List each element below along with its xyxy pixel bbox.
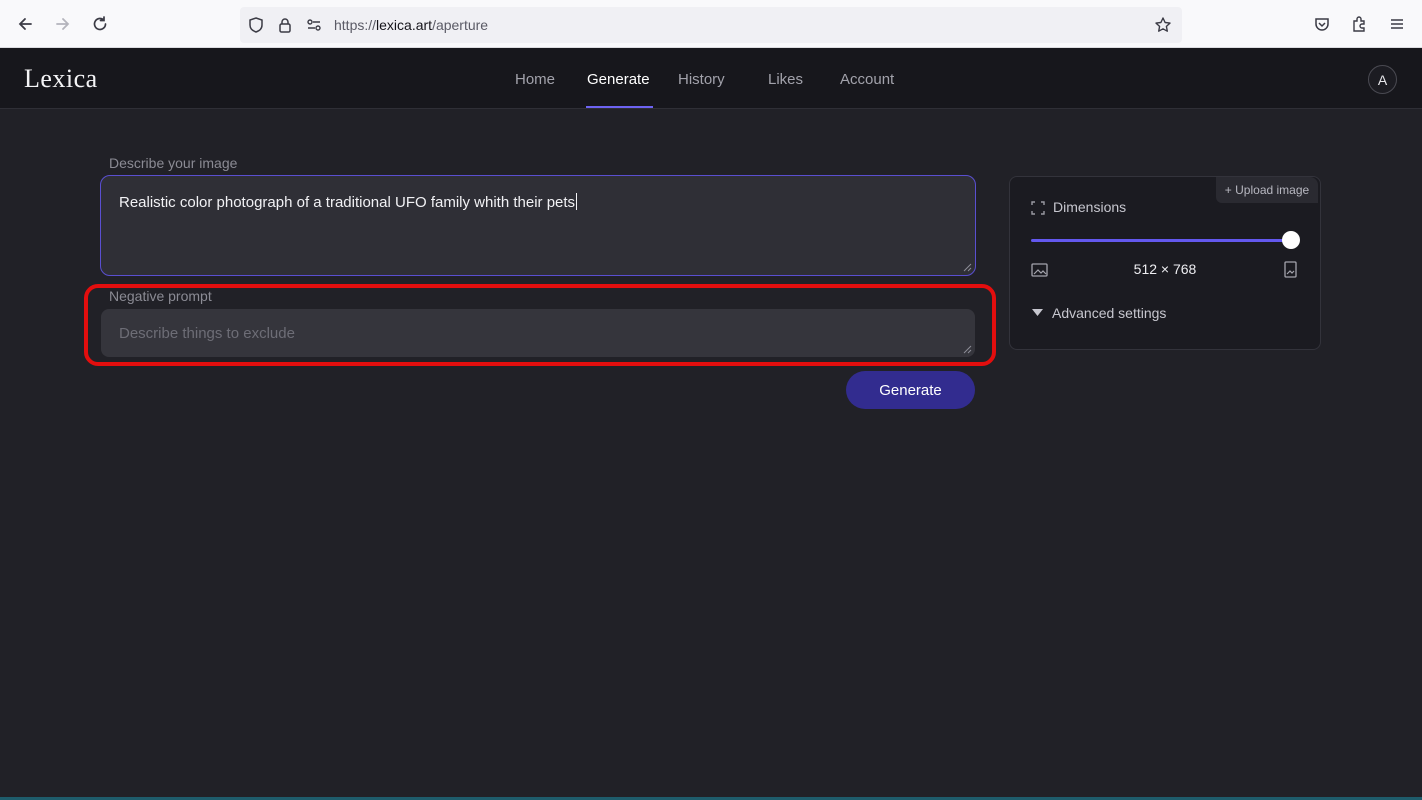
generate-button[interactable]: Generate [846,371,975,409]
dimensions-value: 512 × 768 [1133,261,1197,277]
prompt-text: Realistic color photograph of a traditio… [119,194,576,211]
prompt-input[interactable]: Realistic color photograph of a traditio… [100,175,976,276]
logo[interactable]: Lexica [24,64,98,94]
permissions-icon[interactable] [304,15,324,35]
star-icon[interactable] [1153,15,1173,35]
highlight-annotation [84,284,996,366]
resize-grip-icon[interactable] [962,262,972,272]
url-text: https://lexica.art/aperture [334,17,488,33]
lock-icon[interactable] [275,15,295,35]
menu-icon[interactable] [1387,14,1407,34]
extensions-icon[interactable] [1349,14,1369,34]
prompt-label: Describe your image [109,155,238,171]
avatar[interactable]: A [1368,65,1397,94]
shield-icon[interactable] [246,15,266,35]
nav-account[interactable]: Account [840,71,894,88]
back-arrow-icon [18,18,32,30]
pocket-icon[interactable] [1312,14,1332,34]
back-button[interactable] [11,10,39,38]
expand-icon [1031,201,1045,215]
dimensions-slider[interactable] [1031,239,1291,242]
landscape-image-icon[interactable] [1031,263,1048,277]
caret-down-icon[interactable] [1032,309,1043,317]
upload-image-button[interactable]: + Upload image [1216,177,1318,203]
nav-history[interactable]: History [678,71,725,88]
advanced-settings-toggle[interactable]: Advanced settings [1052,305,1166,321]
text-cursor [576,193,578,210]
nav-home[interactable]: Home [515,71,555,88]
nav-generate[interactable]: Generate [587,71,650,88]
url-path: /aperture [432,17,489,33]
url-scheme: https:// [334,17,377,33]
address-bar[interactable]: https://lexica.art/aperture [240,7,1182,43]
portrait-image-icon[interactable] [1284,261,1297,278]
browser-toolbar: https://lexica.art/aperture [0,0,1422,48]
reload-icon [93,16,107,31]
nav-likes[interactable]: Likes [768,71,803,88]
slider-thumb[interactable] [1282,231,1300,249]
url-host: lexica.art [376,17,433,33]
dimensions-label: Dimensions [1053,199,1127,215]
forward-arrow-icon [56,18,70,30]
reload-button[interactable] [86,10,114,38]
active-nav-indicator [586,106,653,108]
forward-button[interactable] [49,10,77,38]
app-header: Lexica Home Generate History Likes Accou… [0,48,1422,109]
